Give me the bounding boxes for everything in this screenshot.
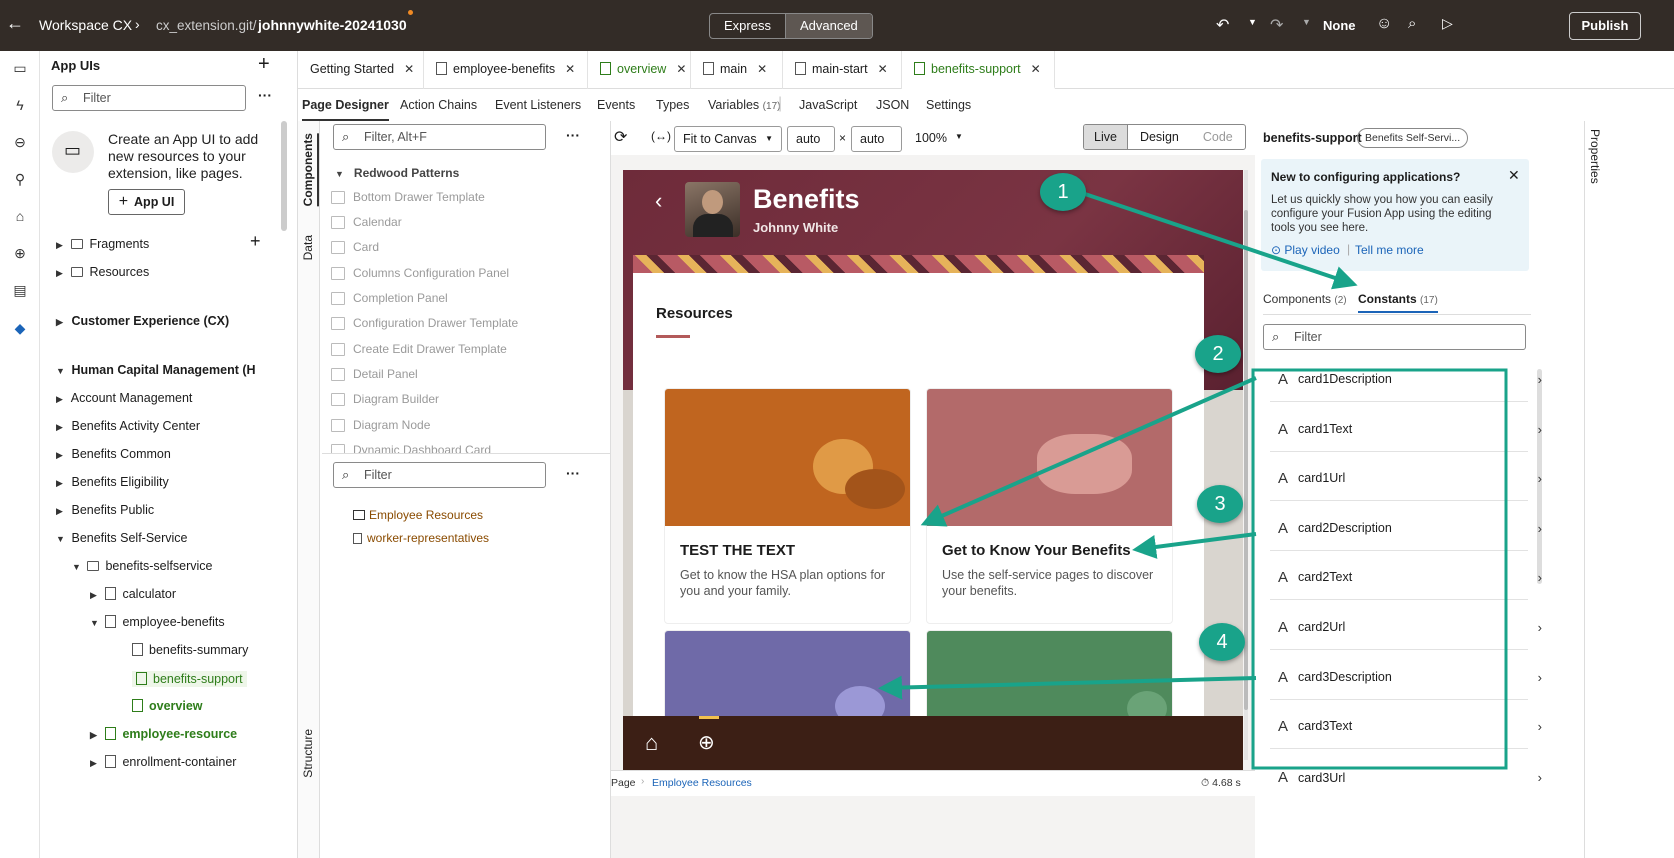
highlight-box [1251, 368, 1508, 770]
callout-2: 2 [1195, 335, 1241, 373]
callout-4: 4 [1199, 623, 1245, 661]
arrow-4 [878, 675, 1257, 700]
arrow-1 [1084, 192, 1358, 290]
callout-1: 1 [1040, 173, 1086, 211]
annotation-overlay [878, 192, 1508, 770]
callout-3: 3 [1197, 485, 1243, 523]
arrow-3 [1132, 532, 1257, 559]
